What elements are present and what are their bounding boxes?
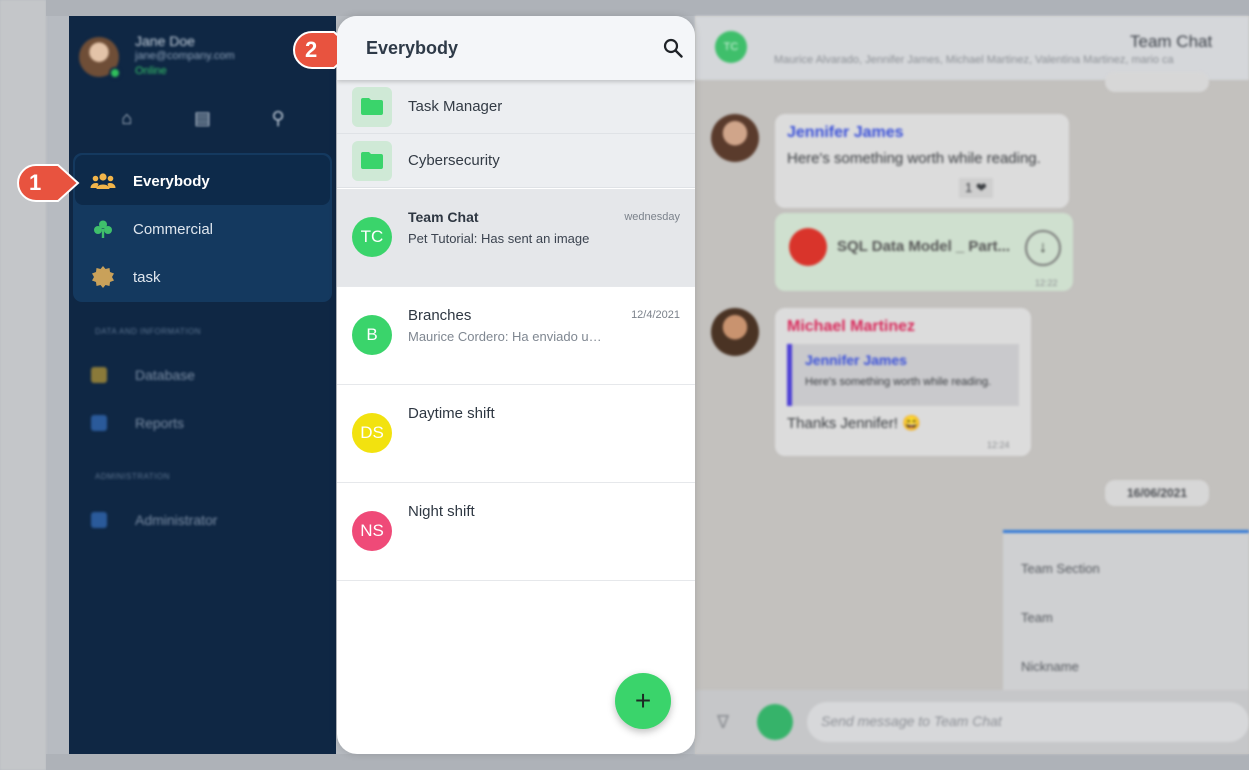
chat-date: 12/4/2021	[631, 309, 680, 321]
folder-task-manager[interactable]: Task Manager	[337, 80, 695, 134]
message-sender: Michael Martinez	[787, 318, 916, 335]
user-profile[interactable]: Jane Doe jane@company.com Online	[79, 34, 235, 79]
panel-header: Everybody	[337, 16, 695, 80]
avatar	[79, 36, 121, 79]
top-strip	[46, 0, 1249, 16]
profile-status[interactable]: Online	[135, 64, 235, 79]
sidebar-item-everybody[interactable]: Everybody	[73, 157, 332, 205]
chat-name: Daytime shift	[408, 405, 495, 422]
form-row-team[interactable]: Team	[1021, 610, 1053, 625]
chat-name: Night shift	[408, 503, 475, 520]
profile-email: jane@company.com	[135, 50, 235, 62]
badge-icon	[73, 266, 133, 288]
message-reaction[interactable]: 1 ❤	[959, 178, 993, 198]
search-icon[interactable]: ⚲	[264, 108, 292, 129]
message-time: 12:22	[1035, 278, 1058, 288]
team-info-panel: Team Section Team Nickname	[1003, 530, 1249, 690]
download-icon[interactable]: ↓	[1025, 230, 1061, 266]
chat-item-team-chat[interactable]: TC Team Chat Pet Tutorial: Has sent an i…	[337, 189, 695, 287]
message-time: 12:24	[987, 440, 1010, 450]
folder-icon	[352, 140, 392, 181]
pdf-icon	[789, 228, 827, 266]
chat-area: TC Team Chat Maurice Alvarado, Jennifer …	[695, 16, 1249, 754]
sidebar-item-database[interactable]: Database	[69, 360, 336, 390]
message-sender: Jennifer James	[787, 124, 904, 141]
section-label-data: DATA AND INFORMATION	[95, 327, 202, 336]
message-text: Thanks Jennifer! 😄	[787, 415, 921, 432]
callout-number: 1	[29, 170, 42, 195]
sidebar: Jane Doe jane@company.com Online ⌂ ▤ ⚲ E…	[69, 16, 336, 754]
database-icon	[91, 367, 107, 383]
quoted-text: Here's something worth while reading.	[805, 376, 992, 388]
panel-title: Everybody	[366, 38, 459, 58]
profile-name: Jane Doe	[135, 33, 195, 49]
sidebar-item-label: Administrator	[135, 512, 218, 528]
message-composer: ∇ Send message to Team Chat	[695, 690, 1249, 754]
profile-text: Jane Doe jane@company.com Online	[135, 34, 235, 79]
chat-members: Maurice Alvarado, Jennifer James, Michae…	[774, 54, 1174, 66]
club-icon	[73, 219, 133, 239]
message-input[interactable]: Send message to Team Chat	[807, 702, 1249, 742]
home-icon[interactable]: ⌂	[113, 108, 141, 129]
chat-item-daytime-shift[interactable]: DS Daytime shift	[337, 385, 695, 483]
left-gutter	[0, 0, 46, 770]
sidebar-item-administrator[interactable]: Administrator	[69, 505, 336, 535]
chat-preview: Pet Tutorial: Has sent an image	[408, 231, 590, 246]
sidebar-item-task[interactable]: task	[73, 253, 332, 301]
reports-icon	[91, 415, 107, 431]
everybody-panel: Everybody Task Manager Cybersecurity TC …	[337, 16, 695, 754]
sender-avatar	[711, 114, 759, 162]
add-chat-button[interactable]: +	[615, 673, 671, 729]
bottom-strip	[46, 754, 1249, 770]
sidebar-item-commercial[interactable]: Commercial	[73, 205, 332, 253]
chat-header: TC Team Chat Maurice Alvarado, Jennifer …	[695, 16, 1249, 80]
sidebar-item-label: Commercial	[133, 220, 214, 238]
chat-date: wednesday	[624, 211, 680, 223]
chat-title: Team Chat	[1130, 32, 1213, 51]
quoted-sender: Jennifer James	[805, 352, 907, 368]
emoji-button[interactable]	[757, 704, 793, 740]
chat-avatar: B	[352, 315, 392, 355]
message-text: Here's something worth while reading.	[787, 150, 1041, 167]
message-list: Jennifer James Here's something worth wh…	[695, 72, 1249, 754]
admin-icon	[91, 512, 107, 528]
file-name: SQL Data Model _ Part...	[837, 238, 1011, 255]
folder-label: Cybersecurity	[408, 152, 500, 169]
folder-icon	[352, 86, 392, 127]
sidebar-item-label: task	[133, 268, 161, 286]
sidebar-item-reports[interactable]: Reports	[69, 408, 336, 438]
chat-avatar: NS	[352, 511, 392, 551]
sidebar-item-label: Everybody	[133, 172, 210, 190]
chat-name: Team Chat	[408, 209, 479, 225]
chat-item-branches[interactable]: B Branches Maurice Cordero: Ha enviado u…	[337, 287, 695, 385]
chat-name: Branches	[408, 307, 472, 324]
chat-avatar: TC	[715, 31, 747, 63]
callout-marker-1: 1	[16, 163, 80, 203]
users-icon	[73, 172, 133, 190]
form-row-nickname[interactable]: Nickname	[1021, 659, 1079, 674]
folder-cybersecurity[interactable]: Cybersecurity	[337, 134, 695, 188]
chat-avatar: TC	[352, 217, 392, 257]
form-row-team-section[interactable]: Team Section	[1021, 561, 1100, 576]
sidebar-item-label: Database	[135, 367, 195, 383]
folder-label: Task Manager	[408, 98, 503, 115]
section-label-admin: ADMINISTRATION	[95, 472, 170, 481]
contact-card-icon[interactable]: ▤	[188, 108, 216, 129]
date-pill: 16/06/2021	[1105, 480, 1209, 506]
nav-card: Everybody Commercial task	[73, 153, 332, 302]
sender-avatar	[711, 308, 759, 356]
attach-icon[interactable]: ∇	[717, 712, 729, 733]
chat-avatar: DS	[352, 413, 392, 453]
search-icon[interactable]	[663, 38, 685, 60]
chat-preview: Maurice Cordero: Ha enviado un ...	[408, 329, 608, 344]
chat-item-night-shift[interactable]: NS Night shift	[337, 483, 695, 581]
online-indicator	[109, 66, 121, 79]
sidebar-icon-row: ⌂ ▤ ⚲	[69, 108, 336, 129]
date-pill-top	[1105, 72, 1209, 92]
sidebar-item-label: Reports	[135, 415, 185, 431]
